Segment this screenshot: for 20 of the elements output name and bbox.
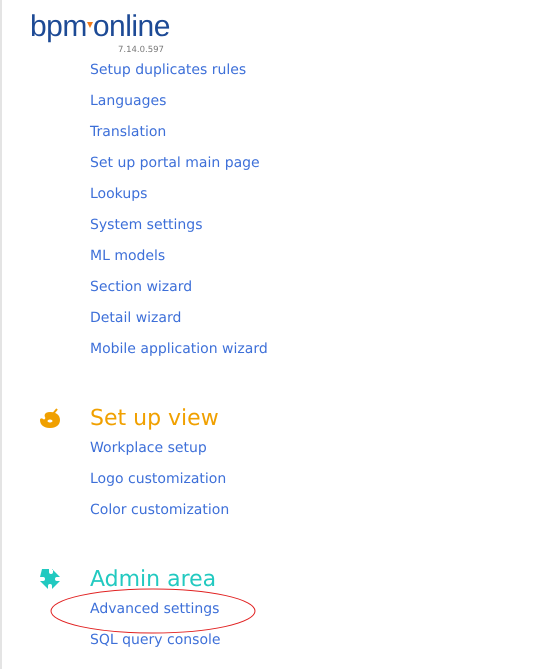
settings-link[interactable]: Detail wizard [90,303,182,334]
settings-link[interactable]: Logo customization [90,464,226,495]
palette-icon [38,406,62,430]
version-label: 7.14.0.597 [118,45,165,55]
puzzle-icon [38,567,62,591]
settings-link[interactable]: Translation [90,117,166,148]
logo: bpm online [30,12,170,42]
settings-link[interactable]: Set up portal main page [90,148,260,179]
settings-link[interactable]: Mobile application wizard [90,334,268,365]
settings-link[interactable]: ML models [90,241,166,272]
settings-link[interactable]: Section wizard [90,272,192,303]
settings-link[interactable]: Languages [90,86,166,117]
settings-link[interactable]: Lookups [90,179,148,210]
settings-link[interactable]: Setup duplicates rules [90,55,246,86]
settings-link[interactable]: Workplace setup [90,433,207,464]
settings-link[interactable]: System settings [90,210,202,241]
settings-link[interactable]: Color customization [90,495,230,526]
section-title: Set up view [90,406,219,430]
section-title: Admin area [90,566,216,592]
settings-link[interactable]: SQL query console [90,625,221,656]
